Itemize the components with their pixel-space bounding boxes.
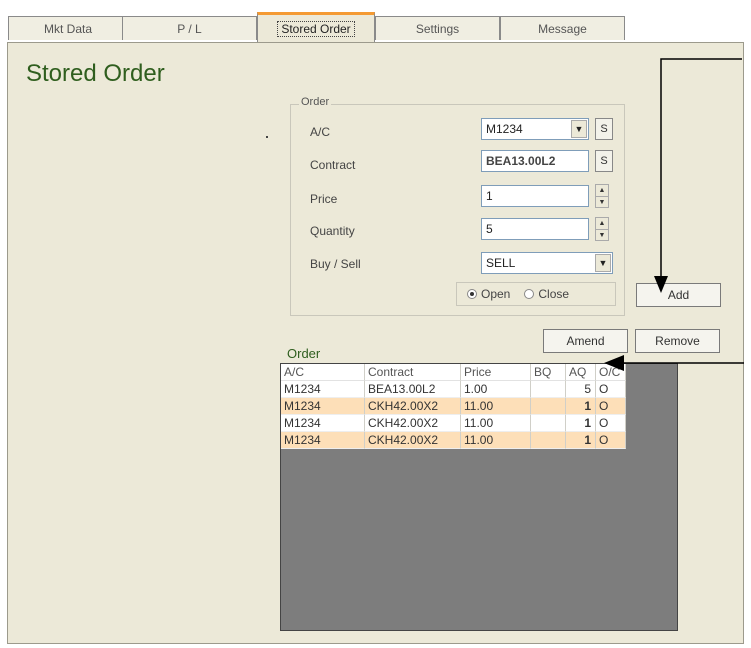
arrow-to-amend-icon (604, 355, 744, 371)
tab-stored-order[interactable]: Stored Order (257, 12, 375, 42)
callout-arrows (604, 58, 744, 371)
arrow-to-add-icon (654, 58, 742, 293)
